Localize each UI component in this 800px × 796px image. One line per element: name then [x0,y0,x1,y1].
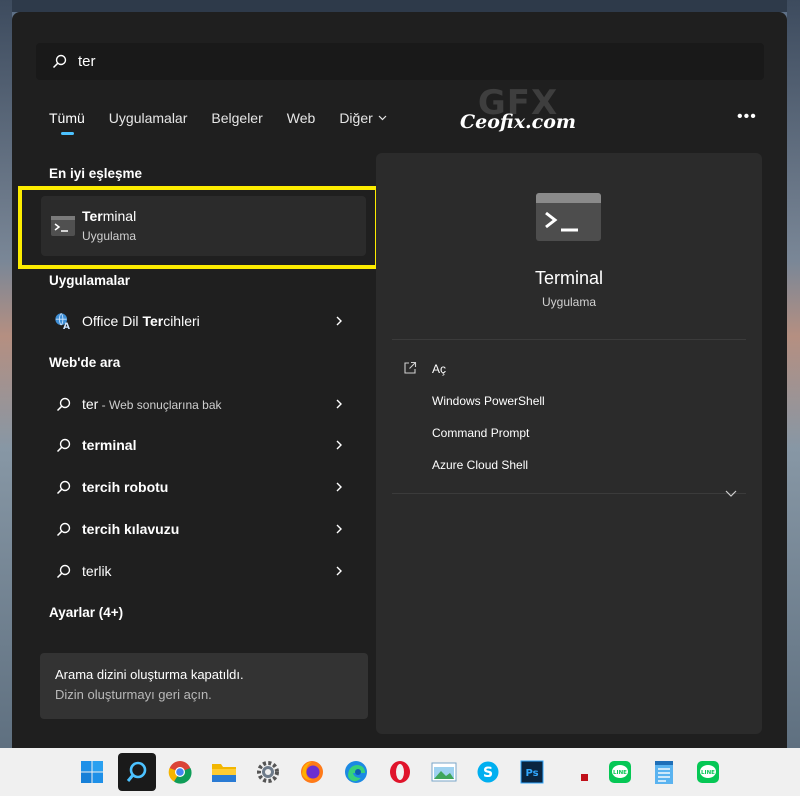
action-windows-powershell[interactable]: Windows PowerShell [432,394,545,408]
office-language-icon: A [54,312,72,331]
web-result-tercih-robotu[interactable]: tercih robotu [40,469,356,505]
svg-text:LINE: LINE [701,770,715,776]
tab-documents[interactable]: Belgeler [211,110,262,126]
taskbar: S Ps LINE LINE [0,748,800,796]
web-result-terminal[interactable]: terminal [40,427,356,463]
indexing-notice[interactable]: Arama dizini oluşturma kapatıldı. Dizin … [40,653,368,719]
more-options-button[interactable]: ••• [737,108,757,126]
search-icon [54,520,72,538]
app-result-office-language[interactable]: A Office Dil Tercihleri [40,303,356,339]
tab-apps[interactable]: Uygulamalar [109,110,188,126]
watermark-logo: GFX Ceofix.com [458,83,578,163]
open-external-icon [404,361,417,374]
web-result-text: ter [82,396,99,412]
chevron-right-icon [336,524,342,534]
desktop-wallpaper-right [787,0,800,748]
settings-heading[interactable]: Ayarlar (4+) [49,605,123,620]
highlight-box [18,186,379,269]
filter-tabs: Tümü Uygulamalar Belgeler Web Diğer [49,110,411,135]
photos-icon[interactable] [428,756,460,788]
chevron-right-icon [336,440,342,450]
line-icon[interactable]: LINE [692,756,724,788]
action-azure-cloud-shell[interactable]: Azure Cloud Shell [432,458,528,472]
preview-title: Terminal [534,268,604,288]
search-icon [54,562,72,580]
red-square-icon[interactable] [568,756,600,788]
divider [392,339,746,340]
svg-text:A: A [63,322,70,331]
tab-more[interactable]: Diğer [339,110,387,126]
chevron-down-icon [378,115,387,121]
web-result-text: terlik [82,563,112,579]
best-match-heading: En iyi eşleşme [49,166,143,181]
opera-icon[interactable] [384,756,416,788]
search-icon [52,54,68,70]
edge-icon[interactable] [340,756,372,788]
app-result-pre: Office Dil [82,313,143,329]
desktop-wallpaper-top [0,0,800,12]
skype-icon[interactable]: S [472,756,504,788]
web-result-ter[interactable]: ter - Web sonuçlarına bak [40,386,356,422]
search-input[interactable] [78,53,738,70]
settings-icon[interactable] [252,756,284,788]
search-icon [54,395,72,413]
notepad-icon[interactable] [648,756,680,788]
svg-text:S: S [483,765,493,781]
search-icon [54,478,72,496]
web-result-tercih-kilavuzu[interactable]: tercih kılavuzu [40,511,356,547]
watermark-text: Ceofix.com [460,111,576,133]
tab-web[interactable]: Web [287,110,316,126]
preview-subtitle: Uygulama [541,295,597,309]
preview-panel: Terminal Uygulama Aç Windows PowerShell … [376,153,762,734]
chevron-right-icon [336,566,342,576]
svg-text:LINE: LINE [613,770,627,776]
app-result-bold: Ter [142,313,164,329]
tab-all[interactable]: Tümü [49,110,85,135]
web-result-text: tercih kılavuzu [82,521,180,537]
chevron-right-icon [336,482,342,492]
search-icon[interactable] [118,753,156,791]
line-icon[interactable]: LINE [604,756,636,788]
web-search-heading: Web'de ara [49,355,121,370]
web-result-text: tercih robotu [82,479,169,495]
web-result-terlik[interactable]: terlik [40,553,356,589]
tab-more-label: Diğer [339,110,373,126]
terminal-icon [536,193,601,241]
chrome-icon[interactable] [164,756,196,788]
web-result-suffix: - Web sonuçlarına bak [98,398,222,412]
windows-start-icon[interactable] [76,756,108,788]
desktop-wallpaper-left [0,0,12,748]
firefox-icon[interactable] [296,756,328,788]
divider [392,493,746,494]
chevron-down-icon[interactable] [724,489,738,499]
action-command-prompt[interactable]: Command Prompt [432,426,529,440]
app-result-post: cihleri [163,313,200,329]
search-icon [54,436,72,454]
web-result-text: terminal [82,437,137,453]
photoshop-icon[interactable]: Ps [516,756,548,788]
notice-line-2[interactable]: Dizin oluşturmayı geri açın. [55,687,353,702]
file-explorer-icon[interactable] [208,756,240,788]
action-open[interactable]: Aç [432,362,446,376]
chevron-right-icon [336,399,342,409]
notice-line-1: Arama dizini oluşturma kapatıldı. [55,667,244,682]
chevron-right-icon [336,316,342,326]
svg-text:Ps: Ps [525,768,538,779]
apps-heading: Uygulamalar [49,273,131,288]
search-box[interactable] [36,43,764,80]
